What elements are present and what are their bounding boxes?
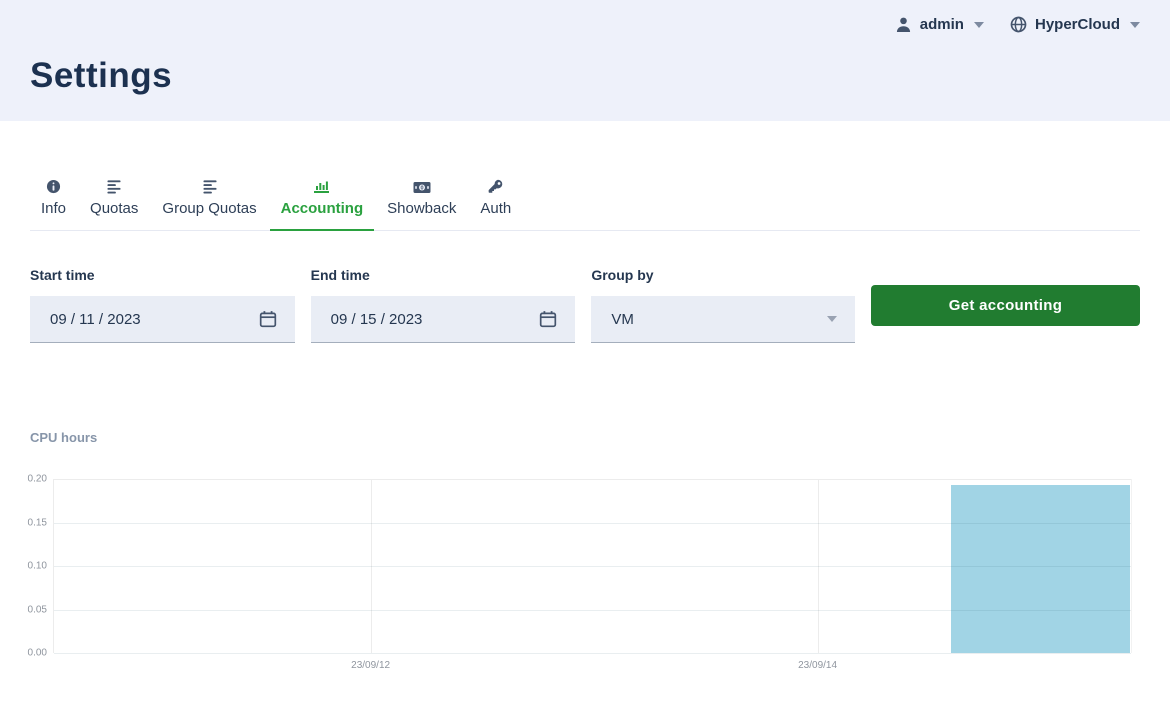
end-time-value: 09 / 15 / 2023 (331, 311, 540, 328)
y-gridline (54, 523, 1131, 524)
user-menu-label: admin (920, 16, 964, 33)
end-time-label: End time (311, 267, 576, 283)
cpu-hours-chart: 23/09/1223/09/140.200.150.100.050.00 (53, 479, 1132, 653)
y-gridline (54, 610, 1131, 611)
tab-label: Auth (480, 200, 511, 217)
tab-label: Quotas (90, 200, 138, 217)
calendar-icon[interactable] (259, 310, 277, 328)
tab-showback[interactable]: 0 Showback (376, 178, 467, 231)
group-by-label: Group by (591, 267, 855, 283)
get-accounting-button[interactable]: Get accounting (871, 285, 1140, 326)
x-tick-label: 23/09/14 (798, 660, 837, 671)
chart-title: CPU hours (30, 430, 1140, 445)
submit-wrap: Get accounting (871, 285, 1140, 326)
end-time-field: End time 09 / 15 / 2023 (311, 267, 576, 343)
tab-label: Info (41, 200, 66, 217)
start-time-input[interactable]: 09 / 11 / 2023 (30, 296, 295, 343)
y-gridline (54, 566, 1131, 567)
tab-label: Accounting (281, 200, 364, 217)
y-gridline (54, 653, 1131, 654)
calendar-icon[interactable] (539, 310, 557, 328)
y-tick-label: 0.05 (28, 604, 47, 615)
zone-menu-label: HyperCloud (1035, 16, 1120, 33)
chevron-down-icon (1130, 22, 1140, 28)
svg-text:0: 0 (420, 186, 423, 192)
chevron-down-icon (974, 22, 984, 28)
start-time-field: Start time 09 / 11 / 2023 (30, 267, 295, 343)
y-tick-label: 0.15 (28, 517, 47, 528)
align-left-icon (202, 178, 218, 194)
key-icon (488, 178, 503, 194)
tab-label: Showback (387, 200, 456, 217)
page-header: admin HyperCloud Settings (0, 0, 1170, 121)
y-tick-label: 0.00 (28, 648, 47, 659)
chart-bar[interactable] (951, 485, 1130, 653)
y-tick-label: 0.20 (28, 474, 47, 485)
settings-tabbar: Info Quotas Group Quotas Accounting 0 Sh… (30, 178, 1140, 231)
page-title: Settings (30, 56, 172, 96)
info-circle-icon (46, 178, 61, 194)
tab-info[interactable]: Info (30, 178, 77, 231)
bar-chart-icon (313, 178, 330, 194)
group-by-field: Group by VM (591, 267, 855, 343)
main-content: Info Quotas Group Quotas Accounting 0 Sh… (0, 178, 1170, 653)
end-time-input[interactable]: 09 / 15 / 2023 (311, 296, 576, 343)
group-by-value: VM (611, 311, 827, 328)
top-menus: admin HyperCloud (895, 16, 1140, 33)
start-time-value: 09 / 11 / 2023 (50, 311, 259, 328)
accounting-form: Start time 09 / 11 / 2023 End time 09 / … (30, 267, 1140, 343)
tab-accounting[interactable]: Accounting (270, 178, 375, 231)
user-menu[interactable]: admin (895, 16, 984, 33)
tab-label: Group Quotas (162, 200, 256, 217)
y-tick-label: 0.10 (28, 561, 47, 572)
tab-quotas[interactable]: Quotas (79, 178, 149, 231)
chart-plot: 23/09/1223/09/140.200.150.100.050.00 (53, 479, 1132, 653)
money-bill-icon: 0 (413, 178, 431, 194)
x-tick-label: 23/09/12 (351, 660, 390, 671)
user-icon (895, 16, 912, 33)
chevron-down-icon (827, 316, 837, 322)
zone-menu[interactable]: HyperCloud (1010, 16, 1140, 33)
group-by-select[interactable]: VM (591, 296, 855, 343)
start-time-label: Start time (30, 267, 295, 283)
y-gridline (54, 479, 1131, 480)
align-left-icon (106, 178, 122, 194)
tab-group-quotas[interactable]: Group Quotas (151, 178, 267, 231)
tab-auth[interactable]: Auth (469, 178, 522, 231)
globe-icon (1010, 16, 1027, 33)
